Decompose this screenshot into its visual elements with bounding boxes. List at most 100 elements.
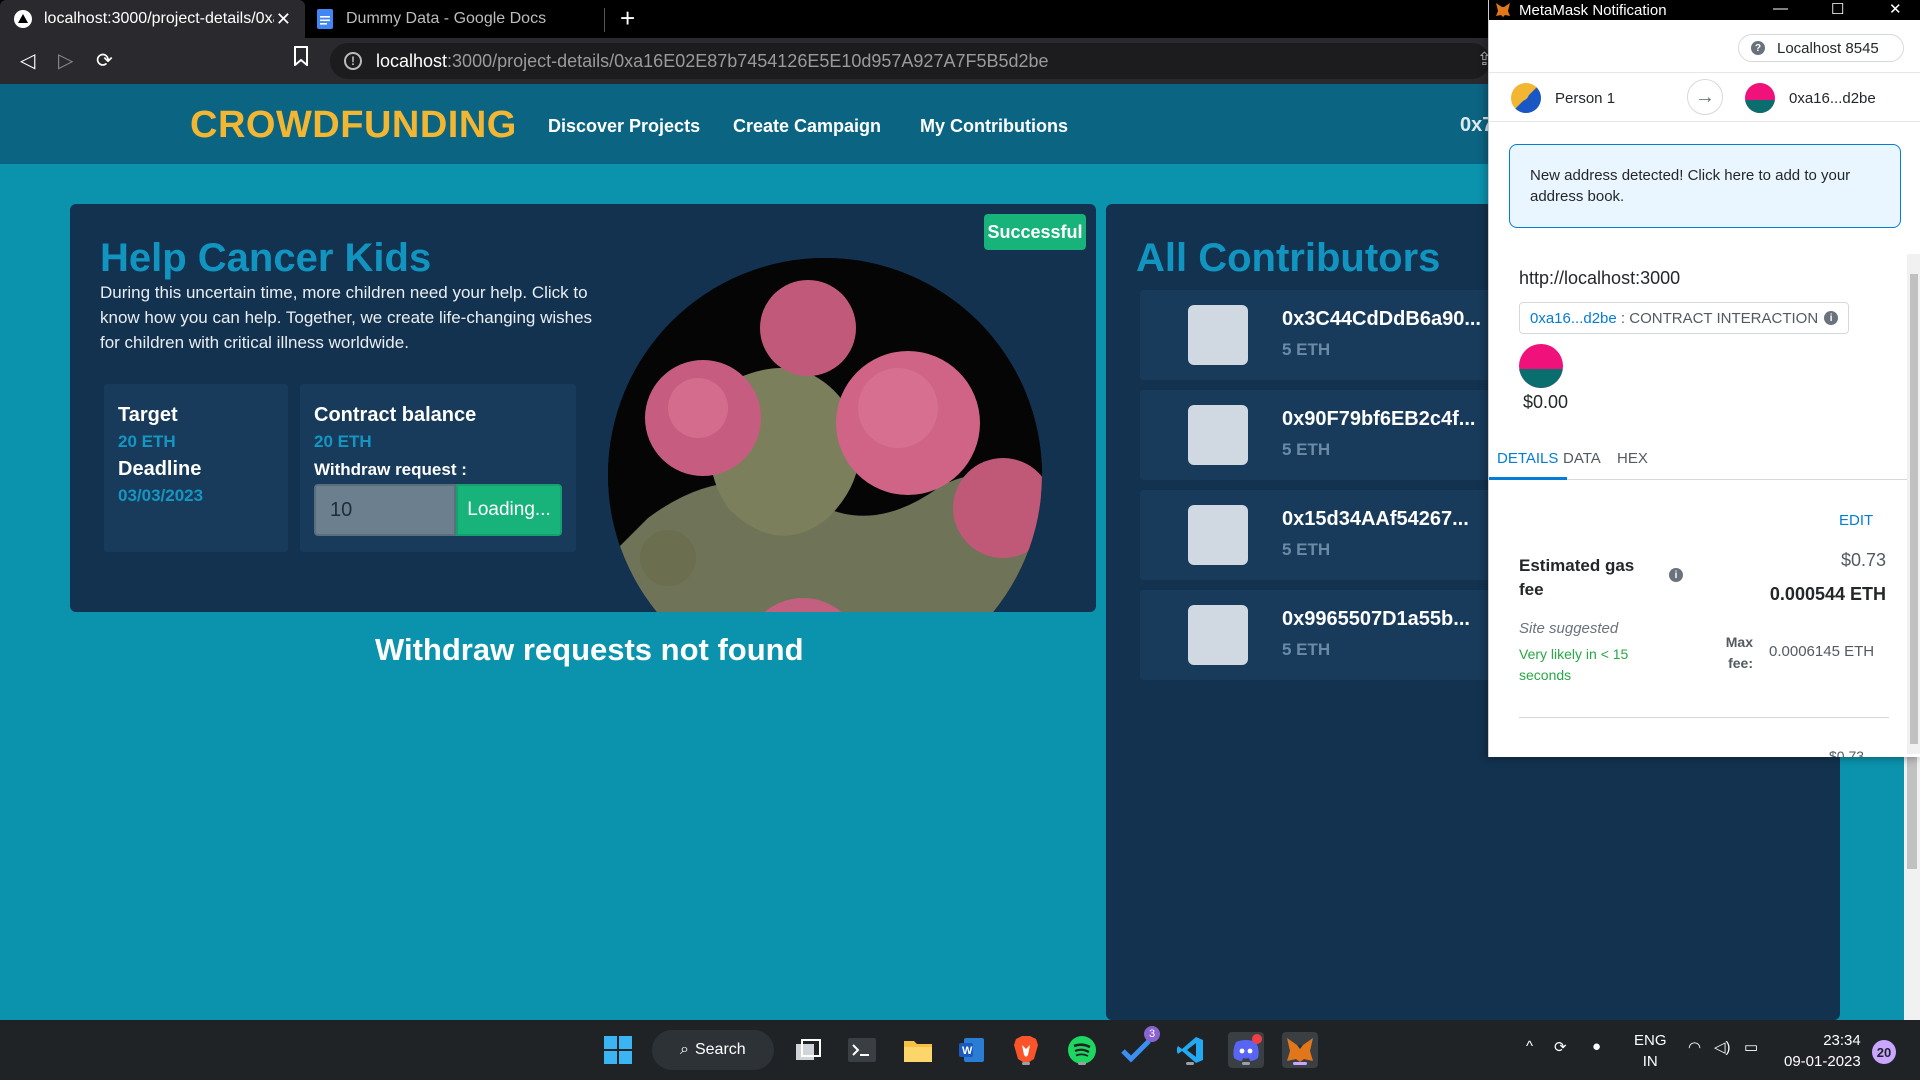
search-icon: ⌕	[680, 1041, 689, 1058]
bookmark-icon[interactable]	[294, 46, 308, 72]
address-bar-row: ◁ ▷ ⟳ ! localhost :3000/project-details/…	[0, 38, 1500, 84]
from-account-name: Person 1	[1555, 89, 1616, 107]
withdraw-button[interactable]: Loading...	[456, 484, 562, 536]
battery-icon[interactable]: ▭	[1744, 1038, 1758, 1056]
page-scrollbar[interactable]	[1904, 757, 1920, 1020]
from-account[interactable]: Person 1	[1511, 83, 1615, 113]
tab-data[interactable]: DATA	[1563, 450, 1601, 467]
project-card: Help Cancer Kids During this uncertain t…	[70, 204, 1096, 612]
info-icon[interactable]: i	[1824, 311, 1839, 325]
contributor-address: 0x3C44CdDdB6a90...	[1282, 308, 1481, 330]
to-account-address: 0xa16...d2be	[1789, 89, 1876, 107]
language-indicator[interactable]: ENG IN	[1634, 1030, 1667, 1072]
network-selector[interactable]: ? Localhost 8545	[1738, 34, 1904, 62]
project-title: Help Cancer Kids	[100, 236, 432, 280]
url-field[interactable]: ! localhost :3000/project-details/0xa16E…	[330, 43, 1492, 79]
nav-my-contributions[interactable]: My Contributions	[920, 116, 1068, 137]
clock-date: 09-01-2023	[1784, 1053, 1861, 1070]
withdraw-amount-input[interactable]	[314, 484, 456, 536]
notification-center-badge[interactable]: 20	[1872, 1040, 1896, 1064]
tab-details[interactable]: DETAILS	[1497, 450, 1558, 467]
system-clock[interactable]: 23:34 09-01-2023	[1784, 1030, 1861, 1072]
contributor-avatar	[1188, 605, 1248, 665]
contributor-amount: 5 ETH	[1282, 440, 1331, 459]
contributor-address: 0x15d34AAf54267...	[1282, 508, 1469, 530]
estimated-gas-fee-label: Estimated gas fee	[1519, 556, 1635, 599]
active-tab-indicator	[1489, 477, 1567, 480]
spotify-icon[interactable]	[1064, 1032, 1100, 1068]
site-info-icon[interactable]: !	[344, 52, 362, 70]
sync-icon[interactable]: ⟳	[1554, 1038, 1567, 1056]
volume-icon[interactable]: ◁)	[1714, 1038, 1731, 1056]
tab-google-docs[interactable]: Dummy Data - Google Docs	[308, 0, 604, 38]
word-icon[interactable]: W	[954, 1032, 990, 1068]
running-indicator	[1078, 1062, 1086, 1065]
site-suggested-label[interactable]: Site suggested	[1519, 620, 1618, 637]
svg-text:W: W	[962, 1045, 973, 1057]
request-origin: http://localhost:3000	[1519, 268, 1681, 288]
tab-hex[interactable]: HEX	[1617, 450, 1648, 467]
brave-browser-icon[interactable]	[1008, 1032, 1044, 1068]
close-tab-icon[interactable]: ✕	[276, 9, 291, 30]
language-code: ENG	[1634, 1032, 1667, 1049]
notification-dot	[1252, 1034, 1262, 1044]
target-label: Target	[118, 404, 178, 426]
tab-project-details[interactable]: localhost:3000/project-details/0xa16E02E…	[0, 0, 305, 38]
max-fee-label: Max fee:	[1725, 634, 1753, 671]
metamask-window-title: MetaMask Notification	[1519, 1, 1667, 19]
minimize-icon[interactable]: —	[1773, 0, 1788, 17]
wifi-icon[interactable]: ◠	[1688, 1038, 1701, 1056]
windows-start-icon[interactable]	[600, 1032, 636, 1068]
new-tab-icon[interactable]: +	[620, 3, 635, 34]
chevron-up-icon[interactable]: ^	[1526, 1038, 1533, 1055]
google-docs-icon	[316, 9, 334, 29]
metamask-scrollbar-thumb[interactable]	[1910, 274, 1918, 744]
discord-icon[interactable]	[1228, 1032, 1264, 1068]
running-indicator	[1242, 1062, 1250, 1065]
status-badge: Successful	[984, 214, 1086, 250]
metamask-scrollbar[interactable]	[1907, 254, 1920, 754]
contributor-avatar	[1188, 505, 1248, 565]
close-window-icon[interactable]: ✕	[1889, 0, 1902, 18]
divider	[1519, 717, 1889, 718]
contract-kind: : CONTRACT INTERACTION	[1620, 309, 1819, 327]
contributor-address: 0x90F79bf6EB2c4f...	[1282, 408, 1476, 430]
contract-address-link[interactable]: 0xa16...d2be	[1530, 310, 1617, 327]
nav-create-campaign[interactable]: Create Campaign	[733, 116, 881, 137]
forward-icon[interactable]: ▷	[58, 48, 73, 73]
todo-icon[interactable]: 3	[1118, 1026, 1160, 1068]
gas-info-icon[interactable]: i	[1669, 568, 1683, 582]
edit-gas-button[interactable]: EDIT	[1839, 512, 1873, 529]
metamask-taskbar-icon[interactable]	[1282, 1032, 1318, 1068]
vscode-icon[interactable]	[1172, 1032, 1208, 1068]
nav-discover-projects[interactable]: Discover Projects	[548, 116, 700, 137]
network-help-icon: ?	[1751, 41, 1765, 55]
windows-taskbar: ⌕ Search W 3 ^ ⟳ ● ENG IN ◠ ◁) ▭ 23:34 0…	[0, 1020, 1920, 1080]
to-account[interactable]: 0xa16...d2be	[1745, 83, 1876, 113]
gas-fee-eth: 0.000544 ETH	[1769, 584, 1886, 604]
todo-badge: 3	[1144, 1026, 1160, 1042]
metamask-titlebar: MetaMask Notification — ☐ ✕	[1489, 0, 1920, 20]
details-tabs: DETAILS DATA HEX	[1489, 440, 1907, 480]
running-indicator	[1186, 1062, 1194, 1065]
contract-interaction-chip[interactable]: 0xa16...d2be : CONTRACT INTERACTION i	[1519, 302, 1850, 334]
value-usd: $0.00	[1523, 392, 1569, 412]
microphone-icon[interactable]: ●	[1592, 1038, 1601, 1055]
file-explorer-icon[interactable]	[900, 1032, 936, 1068]
new-address-alert[interactable]: New address detected! Click here to add …	[1509, 144, 1901, 228]
contributor-address: 0x9965507D1a55b...	[1282, 608, 1470, 630]
contributor-avatar	[1188, 305, 1248, 365]
page-scrollbar-thumb[interactable]	[1907, 757, 1917, 869]
task-view-icon[interactable]	[790, 1032, 826, 1068]
taskbar-search[interactable]: ⌕ Search	[652, 1030, 774, 1070]
region-code: IN	[1642, 1053, 1658, 1070]
terminal-icon[interactable]	[844, 1032, 880, 1068]
contributor-avatar	[1188, 405, 1248, 465]
back-icon[interactable]: ◁	[20, 48, 35, 73]
search-label: Search	[694, 1041, 746, 1058]
brand-logo[interactable]: CROWDFUNDING	[190, 104, 517, 147]
target-deadline-box: Target 20 ETH Deadline 03/03/2023	[104, 384, 288, 552]
project-description: During this uncertain time, more childre…	[100, 283, 593, 352]
reload-icon[interactable]: ⟳	[96, 48, 113, 73]
maximize-icon[interactable]: ☐	[1831, 0, 1844, 18]
